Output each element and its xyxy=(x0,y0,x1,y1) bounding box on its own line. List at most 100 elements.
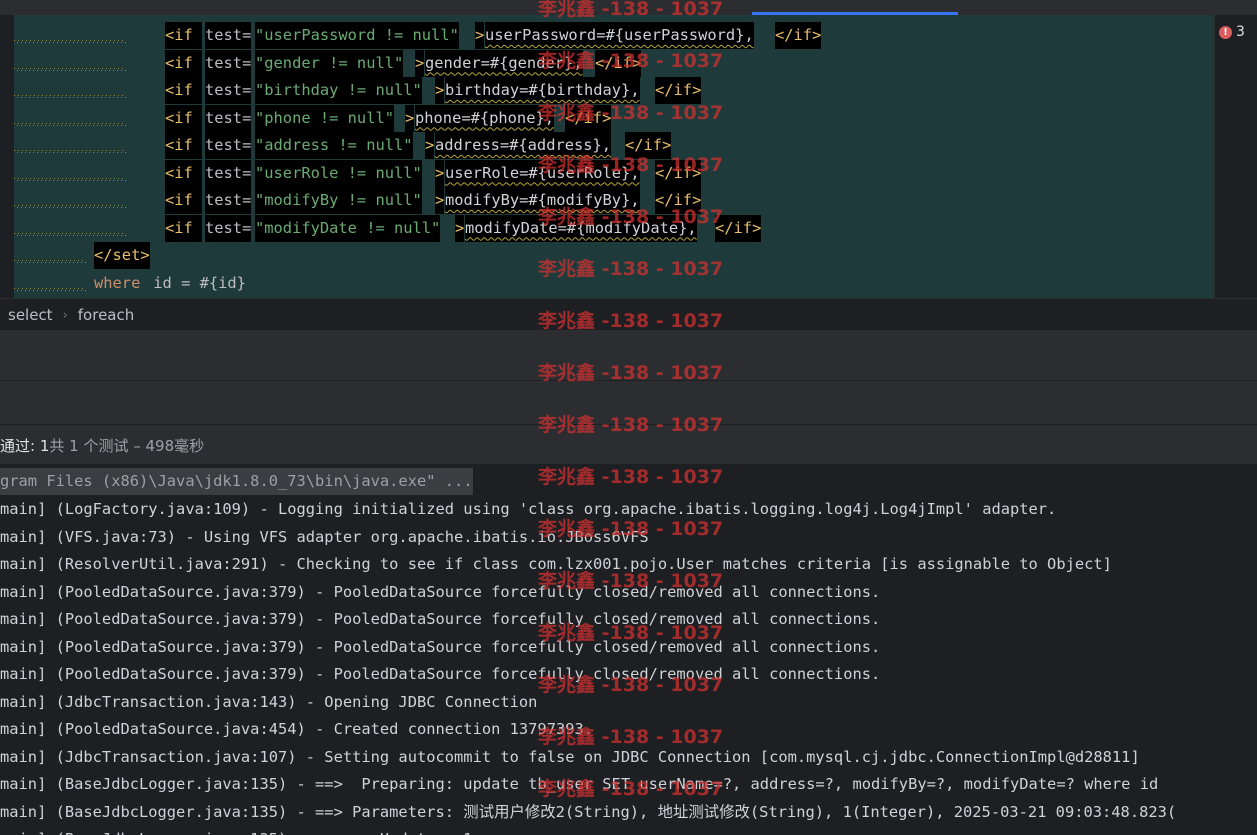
code-token: </if> xyxy=(655,187,702,214)
code-token: </if> xyxy=(655,159,702,187)
code-token: "gender != null" xyxy=(255,49,404,77)
tool-window-header xyxy=(0,330,1257,380)
console-line: main] (LogFactory.java:109) - Logging in… xyxy=(0,500,1057,518)
code-token: "address != null" xyxy=(255,132,413,159)
code-token: > xyxy=(455,214,465,242)
console-line: main] (BaseJdbcLogger.java:135) - ==> Pr… xyxy=(0,775,1159,793)
code-token: <if xyxy=(165,104,203,132)
console-line: main] (PooledDataSource.java:379) - Pool… xyxy=(0,665,881,683)
code-token: </if> xyxy=(565,104,612,132)
code-token: > xyxy=(475,22,485,49)
code-token: <if xyxy=(165,22,203,49)
code-token: "modifyBy != null" xyxy=(255,187,422,214)
console-line: main] (JdbcTransaction.java:143) - Openi… xyxy=(0,692,538,711)
code-token: address=#{address}, xyxy=(435,132,612,159)
code-token: > xyxy=(435,187,445,214)
code-token: modifyDate=#{modifyDate}, xyxy=(465,214,697,242)
indent-guide xyxy=(14,29,126,43)
code-line: <if test= "userPassword != null" > userPass… xyxy=(0,22,1200,49)
code-line: </set> xyxy=(0,242,1200,269)
code-token: </if> xyxy=(655,77,702,104)
code-token: test= xyxy=(205,49,252,77)
code-line: <if test= "birthday != null" > birthday=#{b… xyxy=(0,77,1200,104)
console-line: main] (VFS.java:73) - Using VFS adapter … xyxy=(0,527,649,546)
code-token: </if> xyxy=(595,49,642,77)
code-token: "modifyDate != null" xyxy=(255,214,441,242)
indent-guide xyxy=(14,56,126,71)
code-token: id = #{id} xyxy=(144,273,246,292)
code-token: <if xyxy=(165,132,203,159)
console-line: main] (BaseJdbcLogger.java:135) - <== Up… xyxy=(0,826,473,835)
code-token: > xyxy=(405,104,415,132)
code-token: </if> xyxy=(625,132,672,159)
code-line: <if test= "gender != null" > gender=#{gende… xyxy=(0,49,1200,77)
code-token: "birthday != null" xyxy=(255,77,422,104)
code-token: test= xyxy=(205,159,252,187)
code-line: <if test= "modifyBy != null" > modifyBy=#{m… xyxy=(0,187,1200,214)
code-line: where id = #{id} xyxy=(0,270,1200,297)
indent-guide xyxy=(14,221,126,236)
code-token: <if xyxy=(165,77,203,104)
code-editor[interactable]: <if test= "userPassword != null" > userPass… xyxy=(0,0,1257,298)
code-token: > xyxy=(435,159,445,187)
console-command-line: gram Files (x86)\Java\jdk1.8.0_73\bin\ja… xyxy=(0,468,473,495)
code-token: > xyxy=(415,49,425,77)
code-token: <if xyxy=(165,49,203,77)
code-line: <if test= "address != null" > address=#{add… xyxy=(0,132,1200,159)
error-count: 3 xyxy=(1236,24,1245,40)
editor-tab-strip[interactable] xyxy=(0,0,1257,15)
run-console[interactable]: gram Files (x86)\Java\jdk1.8.0_73\bin\ja… xyxy=(0,464,1257,835)
console-line: main] (JdbcTransaction.java:107) - Setti… xyxy=(0,747,1140,766)
code-token: test= xyxy=(205,214,252,242)
console-line: main] (PooledDataSource.java:379) - Pool… xyxy=(0,582,881,601)
chevron-right-icon: › xyxy=(62,307,68,323)
indent-guide xyxy=(14,166,126,181)
code-token: </if> xyxy=(775,22,822,49)
code-token: userRole=#{userRole}, xyxy=(445,159,640,187)
editor-scroll-strip[interactable] xyxy=(1214,15,1257,298)
code-token: where xyxy=(94,273,141,292)
test-summary: 共 1 个测试 – 498毫秒 xyxy=(49,436,205,455)
code-token: <if xyxy=(165,187,203,214)
indent-guide xyxy=(14,276,86,291)
console-line: main] (PooledDataSource.java:379) - Pool… xyxy=(0,610,881,628)
code-line: <if test= "phone != null" > phone=#{phone},… xyxy=(0,104,1200,132)
code-token: <if xyxy=(165,159,203,187)
code-token: "userPassword != null" xyxy=(255,22,459,49)
code-line: <if test= "userRole != null" > userRole=#{u… xyxy=(0,159,1200,187)
code-token: "userRole != null" xyxy=(255,159,422,187)
console-line: main] (BaseJdbcLogger.java:135) - ==> Pa… xyxy=(0,802,1177,821)
code-token: "phone != null" xyxy=(255,104,394,132)
code-token: > xyxy=(425,132,435,159)
indent-guide xyxy=(14,249,86,263)
code-token: phone=#{phone}, xyxy=(415,104,554,132)
code-token: <if xyxy=(165,214,203,242)
error-indicator[interactable]: ! 3 xyxy=(1219,22,1245,42)
code-token: </if> xyxy=(715,214,762,242)
code-token: test= xyxy=(205,132,252,159)
indent-guide xyxy=(14,84,126,98)
error-icon: ! xyxy=(1219,25,1232,39)
console-line: main] (PooledDataSource.java:454) - Crea… xyxy=(0,720,594,738)
code-token: </set> xyxy=(94,242,150,269)
code-token: modifyBy=#{modifyBy}, xyxy=(445,187,640,214)
code-token: > xyxy=(435,77,445,104)
code-token: test= xyxy=(205,77,252,104)
console-line: main] (PooledDataSource.java:379) - Pool… xyxy=(0,637,881,656)
console-line: main] (ResolverUtil.java:291) - Checking… xyxy=(0,555,1112,573)
code-token: userPassword=#{userPassword}, xyxy=(485,22,754,49)
code-token: gender=#{gender}, xyxy=(425,49,583,77)
test-status-bar: 通过: 1 共 1 个测试 – 498毫秒 xyxy=(0,424,1257,465)
breadcrumb-item-foreach[interactable]: foreach xyxy=(78,306,134,324)
code-token: test= xyxy=(205,104,252,132)
code-token: birthday=#{birthday}, xyxy=(445,77,640,104)
code-line: <if test= "modifyDate != null" > modifyDate… xyxy=(0,214,1200,242)
breadcrumb-item-select[interactable]: select xyxy=(0,306,53,324)
code-token: test= xyxy=(205,22,252,49)
test-pass-label: 通过: 1 xyxy=(0,436,50,455)
run-toolbar xyxy=(0,380,1257,425)
indent-guide xyxy=(14,139,126,153)
indent-guide xyxy=(14,194,126,208)
code-token: test= xyxy=(205,187,252,214)
indent-guide xyxy=(14,111,126,126)
